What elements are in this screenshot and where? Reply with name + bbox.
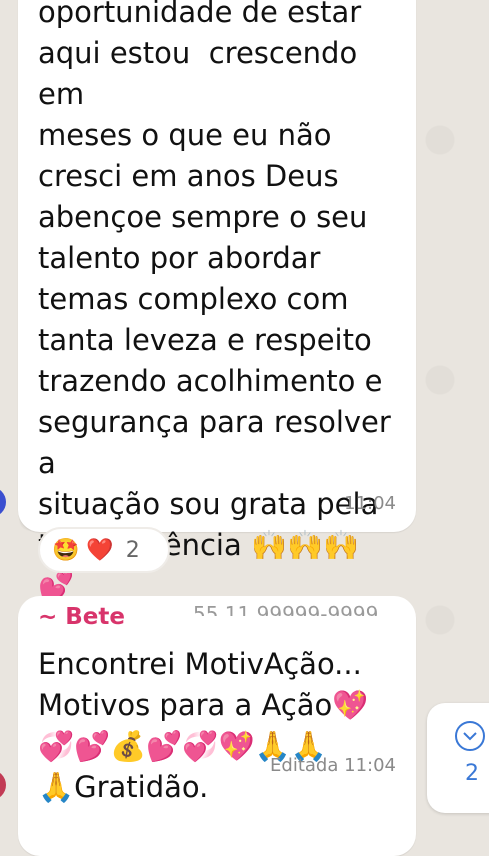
sender-row: ~ Bete (38, 604, 125, 630)
reaction-count: 2 (125, 537, 140, 563)
reaction-emojis: 🤩 ❤️ (52, 537, 114, 563)
message-text: oportunidade de estar aqui estou crescen… (38, 0, 391, 603)
unread-count: 2 (465, 761, 479, 786)
message-text: Encontrei MotivAção... Motivos para a Aç… (38, 647, 369, 804)
chevron-down-icon (455, 721, 485, 751)
scroll-to-bottom-button[interactable]: 2 (427, 703, 489, 813)
sender-phone: 55 11 99999-9999 (193, 602, 379, 616)
reactions-pill[interactable]: 🤩 ❤️ 2 (38, 527, 170, 573)
message-time: 11:04 (344, 493, 396, 514)
message-bubble[interactable]: ~ Bete 55 11 99999-9999 Encontrei MotivA… (18, 596, 416, 856)
message-bubble[interactable]: oportunidade de estar aqui estou crescen… (18, 0, 416, 603)
sender-name[interactable]: ~ Bete (38, 604, 125, 630)
message-edited-time: Editada 11:04 (270, 755, 396, 776)
